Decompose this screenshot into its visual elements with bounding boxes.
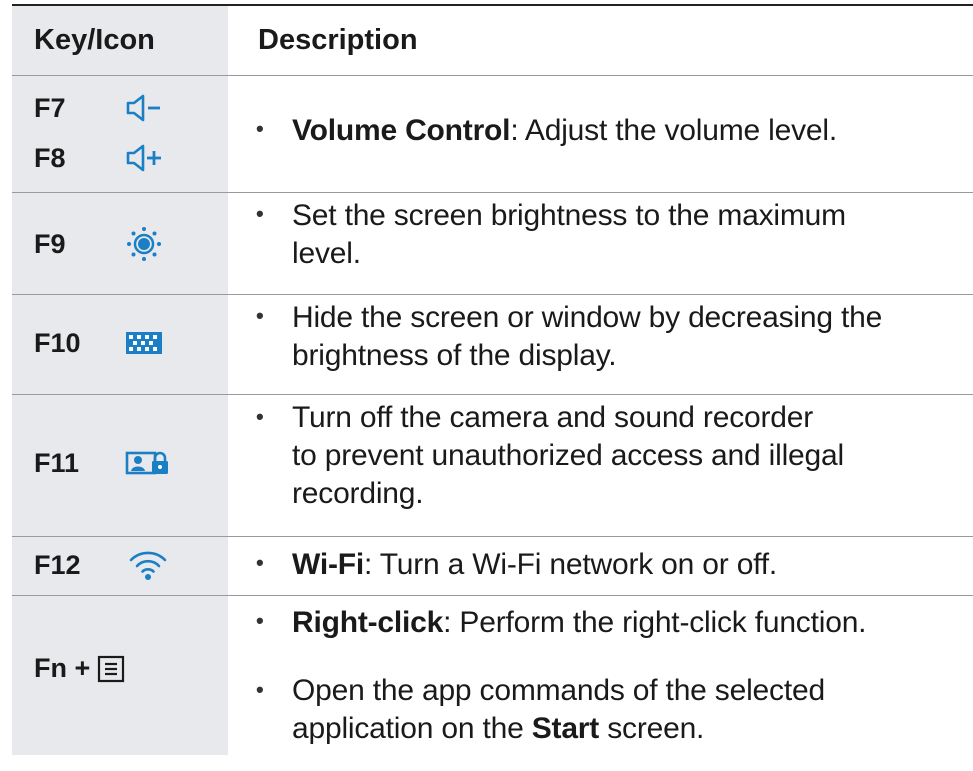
description-line: level. [292, 237, 361, 270]
key-cell: F7 F8 [12, 76, 228, 192]
description-rest: : Perform the right-click function. [443, 606, 867, 639]
shortcut-key-table: Key/Icon Description F7 F8 • Volume Cont… [12, 4, 973, 755]
header-key-cell: Key/Icon [12, 6, 228, 75]
description-text: Right-click: Perform the right-click fun… [292, 604, 955, 642]
description-cell: • Turn off the camera and sound recorder… [228, 395, 973, 536]
key-line: F8 [34, 142, 164, 174]
description-line: Open the app commands of the selected [292, 674, 825, 707]
volume-down-icon [124, 92, 164, 124]
bullet: • [256, 550, 264, 575]
key-label: F11 [34, 447, 80, 478]
bullet: • [256, 303, 264, 328]
description-line: recording. [292, 477, 424, 510]
bullet: • [256, 201, 264, 226]
key-cell: Fn + [12, 596, 228, 755]
header-description-cell: Description [228, 6, 973, 75]
key-label: F8 [34, 142, 66, 173]
description-cell: • Wi-Fi: Turn a Wi-Fi network on or off. [228, 537, 973, 595]
table-row: F7 F8 • Volume Control: Adjust the volum… [12, 76, 973, 193]
bullet: • [256, 677, 264, 702]
description-line: Set the screen brightness to the maximum [292, 199, 846, 232]
description-cell: • Volume Control: Adjust the volume leve… [228, 76, 973, 192]
key-cell: F12 [12, 537, 228, 595]
table-row: Fn + • Right-click: Perform the right-cl… [12, 596, 973, 755]
bullet: • [256, 404, 264, 429]
description-text: Set the screen brightness to the maximum… [292, 197, 955, 273]
key-label: F12 [34, 549, 81, 580]
description-rest: : Turn a Wi-Fi network on or off. [364, 548, 778, 581]
screen-off-icon [124, 327, 164, 359]
header-description-label: Description [258, 24, 418, 56]
camera-lock-icon [124, 447, 168, 479]
description-text: Turn off the camera and sound recorder t… [292, 399, 955, 513]
description-bold: Volume Control [292, 114, 511, 147]
description-bold: Start [531, 712, 600, 745]
description-text: Hide the screen or window by decreasing … [292, 299, 955, 375]
table-row: F12 • Wi-Fi: Turn a Wi-Fi network on or … [12, 537, 973, 596]
table-row: F11 • Turn off the camera and sound reco… [12, 395, 973, 537]
description-pre: application on the [292, 712, 532, 745]
description-line: application on the Start screen. [292, 710, 955, 748]
table-header-row: Key/Icon Description [12, 6, 973, 76]
bullet: • [256, 608, 264, 633]
volume-up-icon [124, 142, 164, 174]
key-label: F7 [34, 92, 66, 123]
description-text: Wi-Fi: Turn a Wi-Fi network on or off. [292, 546, 955, 584]
description-text: Open the app commands of the selected ap… [292, 672, 955, 748]
key-cell: F10 [12, 295, 228, 394]
description-line: to prevent unauthorized access and illeg… [292, 439, 844, 472]
description-bold: Wi-Fi [292, 548, 365, 581]
description-cell: • Right-click: Perform the right-click f… [228, 596, 973, 755]
description-bold: Right-click [292, 606, 444, 639]
description-line: Hide the screen or window by decreasing … [292, 301, 883, 334]
header-key-label: Key/Icon [34, 24, 155, 56]
table-row: F10 • Hide the screen or window by decre… [12, 295, 973, 395]
key-line: F11 [34, 447, 168, 479]
description-text: Volume Control: Adjust the volume level. [292, 112, 955, 150]
brightness-up-icon [124, 226, 164, 262]
key-line: F7 [34, 92, 164, 124]
table-row: F9 • Set the screen brightness to the ma… [12, 193, 973, 295]
description-rest: : Adjust the volume level. [510, 114, 837, 147]
bullet: • [256, 116, 264, 141]
menu-icon [96, 654, 126, 684]
key-label: F9 [34, 228, 66, 259]
key-label: Fn + [34, 653, 91, 683]
key-line: F12 [34, 549, 168, 581]
description-line: brightness of the display. [292, 339, 617, 372]
key-label: F10 [34, 327, 81, 358]
description-line: Turn off the camera and sound recorder [292, 401, 814, 434]
key-cell: F9 [12, 193, 228, 294]
key-line: Fn + [34, 653, 126, 684]
key-line: F10 [34, 327, 164, 359]
description-cell: • Set the screen brightness to the maxim… [228, 193, 973, 294]
key-line: F9 [34, 226, 164, 262]
wifi-icon [128, 549, 168, 581]
description-cell: • Hide the screen or window by decreasin… [228, 295, 973, 394]
description-post: screen. [599, 712, 705, 745]
key-cell: F11 [12, 395, 228, 536]
